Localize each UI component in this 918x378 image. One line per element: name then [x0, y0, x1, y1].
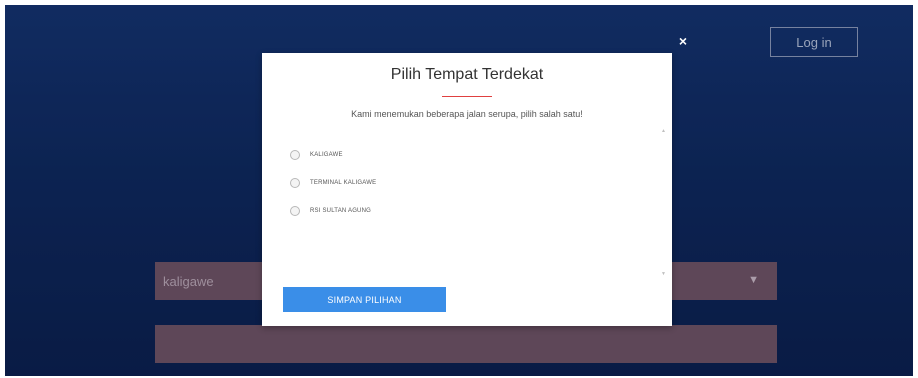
- title-divider: [442, 96, 492, 97]
- scroll-down-icon[interactable]: ▼: [661, 272, 666, 277]
- location-option-list: KALIGAWE TERMINAL KALIGAWE RSI SULTAN AG…: [290, 141, 650, 225]
- close-icon[interactable]: ×: [676, 34, 690, 48]
- option-list-scrollbar[interactable]: ▲ ▼: [660, 129, 667, 277]
- location-option[interactable]: TERMINAL KALIGAWE: [290, 169, 650, 197]
- location-option-label: KALIGAWE: [310, 152, 343, 158]
- location-option-label: RSI SULTAN AGUNG: [310, 208, 371, 214]
- modal-title: Pilih Tempat Terdekat: [390, 66, 544, 83]
- radio-button[interactable]: [290, 150, 300, 160]
- save-choice-button[interactable]: SIMPAN PILIHAN: [283, 287, 446, 312]
- location-option-label: TERMINAL KALIGAWE: [310, 180, 377, 186]
- choose-location-modal: Pilih Tempat Terdekat Kami menemukan beb…: [262, 53, 672, 326]
- modal-subtitle: Kami menemukan beberapa jalan serupa, pi…: [351, 109, 583, 119]
- location-option[interactable]: RSI SULTAN AGUNG: [290, 197, 650, 225]
- scroll-up-icon[interactable]: ▲: [661, 129, 666, 134]
- radio-button[interactable]: [290, 178, 300, 188]
- location-option[interactable]: KALIGAWE: [290, 141, 650, 169]
- radio-button[interactable]: [290, 206, 300, 216]
